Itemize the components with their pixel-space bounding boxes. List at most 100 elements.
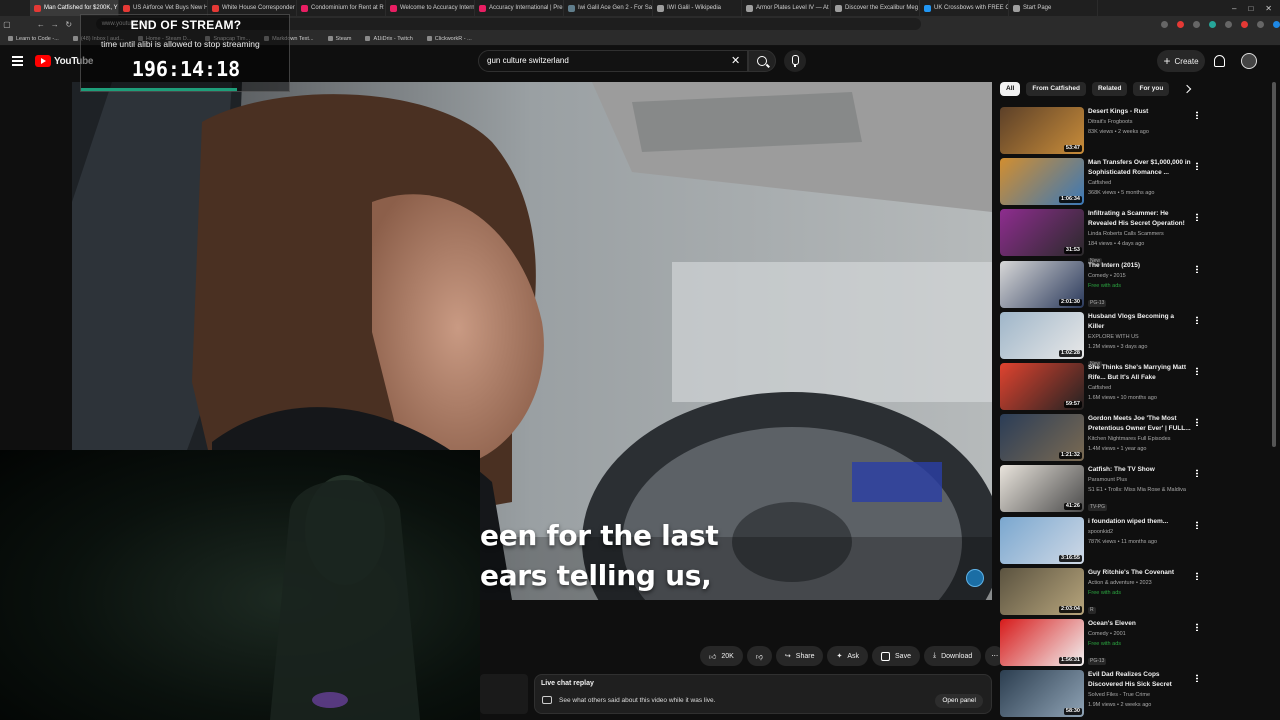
- more-options-icon[interactable]: [1196, 571, 1198, 580]
- recommended-video[interactable]: 59:57 She Thinks She's Marrying Matt Rife…: [1000, 363, 1200, 411]
- extension-icon[interactable]: [1177, 20, 1184, 28]
- video-title[interactable]: Guy Ritchie's The Covenant: [1088, 568, 1192, 578]
- browser-tab[interactable]: Condominium for Rent at R: [297, 0, 386, 16]
- ask-button[interactable]: ✦ Ask: [827, 646, 869, 666]
- video-title[interactable]: Gordon Meets Joe 'The Most Pretentious O…: [1088, 414, 1192, 434]
- browser-tab[interactable]: IWI Galil - Wikipedia: [653, 0, 742, 16]
- filter-chip[interactable]: All: [1000, 82, 1021, 96]
- browser-tab[interactable]: Discover the Excalibur Meg: [831, 0, 920, 16]
- recommended-video[interactable]: 2:03:04 Guy Ritchie's The Covenant Action …: [1000, 567, 1200, 616]
- create-button[interactable]: + Create: [1157, 50, 1205, 72]
- video-thumbnail[interactable]: 1:21:32: [1000, 414, 1084, 462]
- maximize-icon[interactable]: □: [1248, 4, 1253, 13]
- recommended-video[interactable]: 2:01:30 The Intern (2015) Comedy • 2015 Fre…: [1000, 260, 1200, 309]
- sidebar-toggle-icon[interactable]: ▢: [0, 17, 14, 31]
- channel-name[interactable]: Kitchen Nightmares Full Episodes: [1088, 434, 1192, 444]
- video-title[interactable]: Man Transfers Over $1,000,000 in Sophist…: [1088, 158, 1192, 178]
- minimize-icon[interactable]: –: [1232, 4, 1236, 13]
- channel-name[interactable]: Catfished: [1088, 178, 1192, 188]
- channel-name[interactable]: Comedy • 2001: [1088, 629, 1192, 639]
- video-thumbnail[interactable]: 1:56:31: [1000, 619, 1084, 666]
- description-box[interactable]: [480, 674, 528, 714]
- video-title[interactable]: Desert Kings - Rust: [1088, 107, 1192, 117]
- video-thumbnail[interactable]: 2:01:30: [1000, 260, 1084, 308]
- back-icon[interactable]: ←: [34, 17, 48, 31]
- channel-name[interactable]: Comedy • 2015: [1088, 271, 1192, 281]
- dislike-button[interactable]: 👎︎: [746, 646, 772, 666]
- more-options-icon[interactable]: [1196, 418, 1198, 427]
- bookmark-item[interactable]: Learn to Code -...: [8, 36, 59, 42]
- forward-icon[interactable]: →: [48, 17, 62, 31]
- share-button[interactable]: ↪ Share: [775, 646, 824, 666]
- filter-chip[interactable]: From Catfished: [1026, 82, 1086, 96]
- video-thumbnail[interactable]: 31:53: [1000, 209, 1084, 257]
- notifications-bell-icon[interactable]: [1214, 55, 1225, 67]
- page-scrollbar[interactable]: [1272, 82, 1276, 447]
- channel-name[interactable]: Action & adventure • 2023: [1088, 578, 1192, 588]
- video-thumbnail[interactable]: 1:02:28: [1000, 311, 1084, 359]
- like-button[interactable]: 👍︎ 20K: [700, 646, 743, 666]
- video-thumbnail[interactable]: 2:03:04: [1000, 567, 1084, 615]
- more-options-icon[interactable]: [1196, 315, 1198, 324]
- close-window-icon[interactable]: ✕: [1265, 4, 1272, 13]
- extension-icon[interactable]: [1209, 20, 1216, 28]
- extension-icon[interactable]: [1257, 20, 1264, 28]
- recommended-video[interactable]: 58:30 Evil Dad Realizes Cops Discovered H…: [1000, 670, 1200, 718]
- bookmark-item[interactable]: Steam: [327, 36, 351, 42]
- channel-name[interactable]: Paramount Plus: [1088, 475, 1192, 485]
- more-options-icon[interactable]: [1196, 367, 1198, 375]
- video-title[interactable]: i foundation wiped them...: [1088, 517, 1192, 527]
- browser-tab[interactable]: Accuracy International | Pre: [475, 0, 564, 16]
- channel-name[interactable]: spoonkid2: [1088, 527, 1192, 537]
- more-options-icon[interactable]: [1196, 674, 1198, 683]
- video-title[interactable]: She Thinks She's Marrying Matt Rife... B…: [1088, 363, 1192, 383]
- browser-tab[interactable]: Start Page: [1009, 0, 1098, 16]
- search-input[interactable]: gun culture switzerland: [478, 50, 748, 72]
- reload-icon[interactable]: ↻: [62, 17, 76, 31]
- recommended-video[interactable]: 1:02:28 Husband Vlogs Becoming a Killer EX…: [1000, 311, 1200, 368]
- more-options-icon[interactable]: [1196, 162, 1198, 171]
- recommended-video[interactable]: 41:26 Catfish: The TV Show Paramount Plus S…: [1000, 465, 1200, 513]
- bookmark-item[interactable]: ClickworkR - ...: [426, 36, 472, 42]
- save-button[interactable]: Save: [872, 646, 920, 666]
- open-panel-button[interactable]: Open panel: [935, 694, 983, 708]
- account-avatar[interactable]: [1241, 53, 1257, 69]
- video-thumbnail[interactable]: 3:16:55: [1000, 516, 1084, 564]
- extension-icon[interactable]: [1161, 20, 1168, 28]
- microphone-icon[interactable]: [784, 50, 806, 72]
- overlay-badge-icon[interactable]: [966, 569, 984, 587]
- more-options-icon[interactable]: [1196, 111, 1198, 119]
- search-icon[interactable]: [748, 50, 776, 72]
- channel-name[interactable]: EXPLORE WITH US: [1088, 332, 1192, 342]
- filter-chip[interactable]: Related: [1091, 82, 1128, 96]
- filter-chip[interactable]: For you: [1133, 82, 1170, 96]
- recommended-video[interactable]: 1:06:34 Man Transfers Over $1,000,000 in …: [1000, 158, 1200, 206]
- more-options-icon[interactable]: [1196, 623, 1198, 631]
- video-title[interactable]: Infiltrating a Scammer: He Revealed His …: [1088, 209, 1192, 229]
- download-button[interactable]: ⤓ Download: [923, 646, 982, 666]
- channel-name[interactable]: Catfished: [1088, 383, 1192, 393]
- video-title[interactable]: Evil Dad Realizes Cops Discovered His Si…: [1088, 670, 1192, 690]
- more-options-icon[interactable]: [1196, 469, 1198, 478]
- browser-tab[interactable]: Welcome to Accuracy Intern: [386, 0, 475, 16]
- video-thumbnail[interactable]: 1:06:34: [1000, 158, 1084, 206]
- video-title[interactable]: The Intern (2015): [1088, 261, 1192, 271]
- video-title[interactable]: Catfish: The TV Show: [1088, 465, 1192, 475]
- clear-search-icon[interactable]: ✕: [731, 54, 740, 68]
- recommended-video[interactable]: 1:56:31 Ocean's Eleven Comedy • 2001 Free w…: [1000, 619, 1200, 667]
- hamburger-menu-icon[interactable]: [12, 56, 23, 66]
- video-title[interactable]: Ocean's Eleven: [1088, 619, 1192, 629]
- more-options-icon[interactable]: [1196, 213, 1198, 222]
- recommended-video[interactable]: 53:47 Desert Kings - Rust Ditrait's Frogbo…: [1000, 107, 1200, 155]
- chevron-right-icon[interactable]: [1182, 84, 1192, 94]
- extension-icon[interactable]: [1241, 20, 1248, 28]
- browser-tab[interactable]: Armor Plates Level IV — At: [742, 0, 831, 16]
- extension-icon[interactable]: [1193, 20, 1200, 28]
- more-options-icon[interactable]: [1196, 520, 1198, 529]
- video-thumbnail[interactable]: 59:57: [1000, 363, 1084, 410]
- video-thumbnail[interactable]: 53:47: [1000, 107, 1084, 154]
- extension-icon[interactable]: [1225, 20, 1232, 28]
- recommended-video[interactable]: 1:21:32 Gordon Meets Joe 'The Most Preten…: [1000, 414, 1200, 462]
- more-options-icon[interactable]: [1196, 264, 1198, 273]
- channel-name[interactable]: Solved Files - True Crime: [1088, 690, 1192, 700]
